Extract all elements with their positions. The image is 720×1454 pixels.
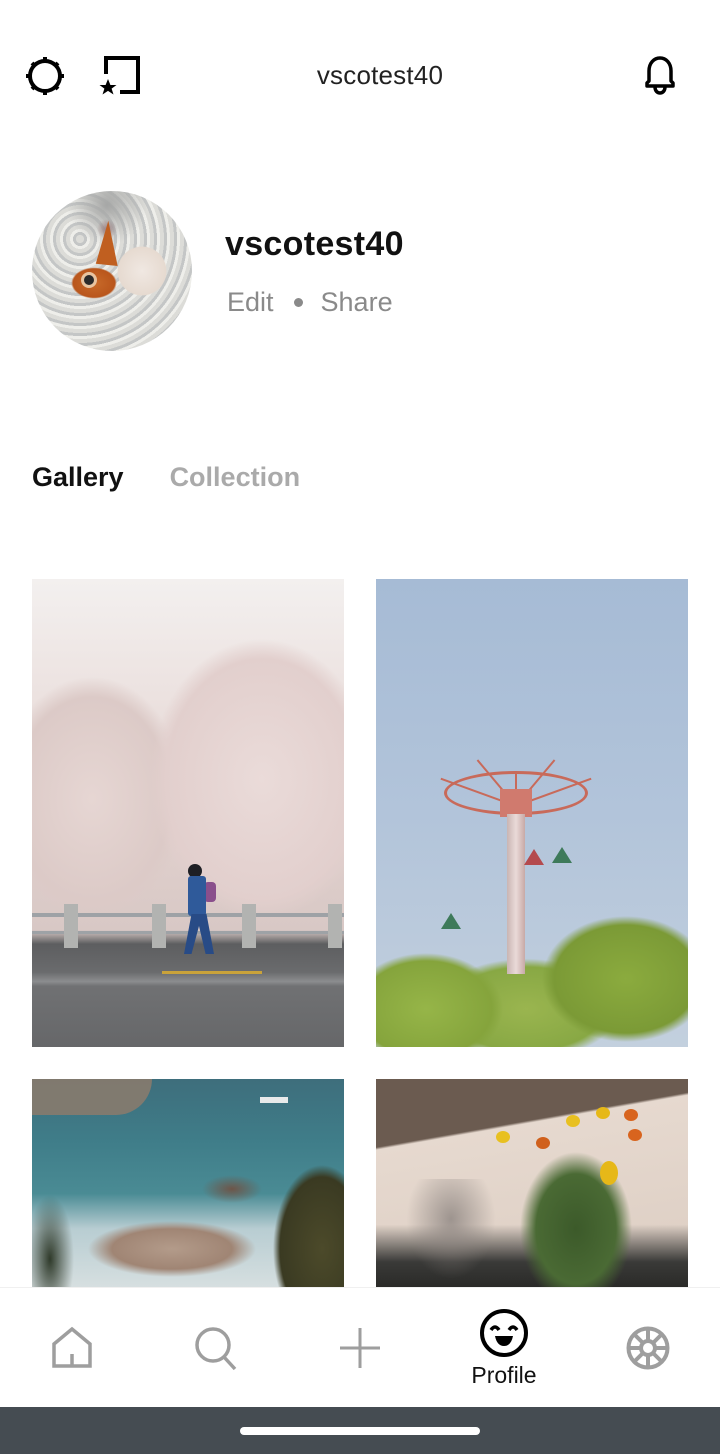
photo-detail — [162, 971, 262, 974]
gallery-grid — [32, 579, 688, 1287]
profile-actions: Edit Share — [227, 287, 393, 318]
photo-detail — [624, 1109, 638, 1121]
photo-detail — [628, 1129, 642, 1141]
photo-detail — [507, 814, 525, 974]
photo-detail — [260, 1097, 288, 1103]
smiley-face-icon — [480, 1308, 528, 1357]
nav-search[interactable] — [144, 1288, 288, 1408]
search-icon — [195, 1327, 237, 1371]
photo-detail — [152, 904, 166, 948]
photo-detail — [566, 1115, 580, 1127]
photo-detail — [328, 904, 342, 948]
photo-detail — [600, 1161, 618, 1185]
wheel-icon — [626, 1326, 670, 1370]
photo-detail — [524, 849, 544, 865]
tab-collection[interactable]: Collection — [170, 462, 301, 493]
nav-profile[interactable]: Profile — [432, 1288, 576, 1408]
photo-detail — [184, 914, 214, 954]
photo-detail — [188, 876, 206, 916]
top-bar: vscotest40 — [0, 40, 720, 112]
separator-dot — [293, 298, 303, 307]
plus-icon — [340, 1328, 380, 1368]
nav-home[interactable] — [0, 1288, 144, 1408]
gallery-photo-cherry-blossom[interactable] — [32, 579, 344, 1047]
notifications-bell-icon — [645, 56, 675, 95]
gallery-photo-flowers[interactable] — [376, 1079, 688, 1287]
avatar-fish-eye — [84, 275, 94, 285]
avatar-fish-fin — [95, 219, 123, 267]
nav-create[interactable] — [288, 1288, 432, 1408]
nav-spaces[interactable] — [576, 1288, 720, 1408]
photo-detail — [552, 847, 572, 863]
photo-detail — [596, 1107, 610, 1119]
header-title: vscotest40 — [316, 60, 444, 90]
edit-profile-link[interactable]: Edit — [227, 287, 274, 318]
share-profile-link[interactable]: Share — [321, 287, 393, 318]
nav-profile-label: Profile — [471, 1361, 537, 1388]
photo-detail — [441, 913, 461, 929]
home-icon — [52, 1326, 92, 1368]
notifications-button[interactable] — [638, 54, 682, 98]
tab-gallery[interactable]: Gallery — [32, 462, 124, 493]
photo-person — [182, 864, 230, 956]
bottom-nav: Profile — [0, 1287, 720, 1407]
system-navigation-bar — [0, 1407, 720, 1454]
photo-detail — [32, 1079, 152, 1115]
photo-detail — [242, 904, 256, 948]
gallery-photo-swing-tower[interactable] — [376, 579, 688, 1047]
photo-detail — [500, 789, 532, 817]
profile-tabs: Gallery Collection — [32, 462, 346, 493]
avatar[interactable] — [32, 191, 192, 351]
photo-detail — [496, 1131, 510, 1143]
photo-detail — [406, 1179, 496, 1279]
home-indicator[interactable] — [240, 1427, 480, 1435]
profile-header: vscotest40 Edit Share — [32, 191, 692, 351]
profile-username: vscotest40 — [225, 225, 404, 263]
photo-detail — [536, 1137, 550, 1149]
gallery-photo-beach[interactable] — [32, 1079, 344, 1287]
photo-detail — [64, 904, 78, 948]
